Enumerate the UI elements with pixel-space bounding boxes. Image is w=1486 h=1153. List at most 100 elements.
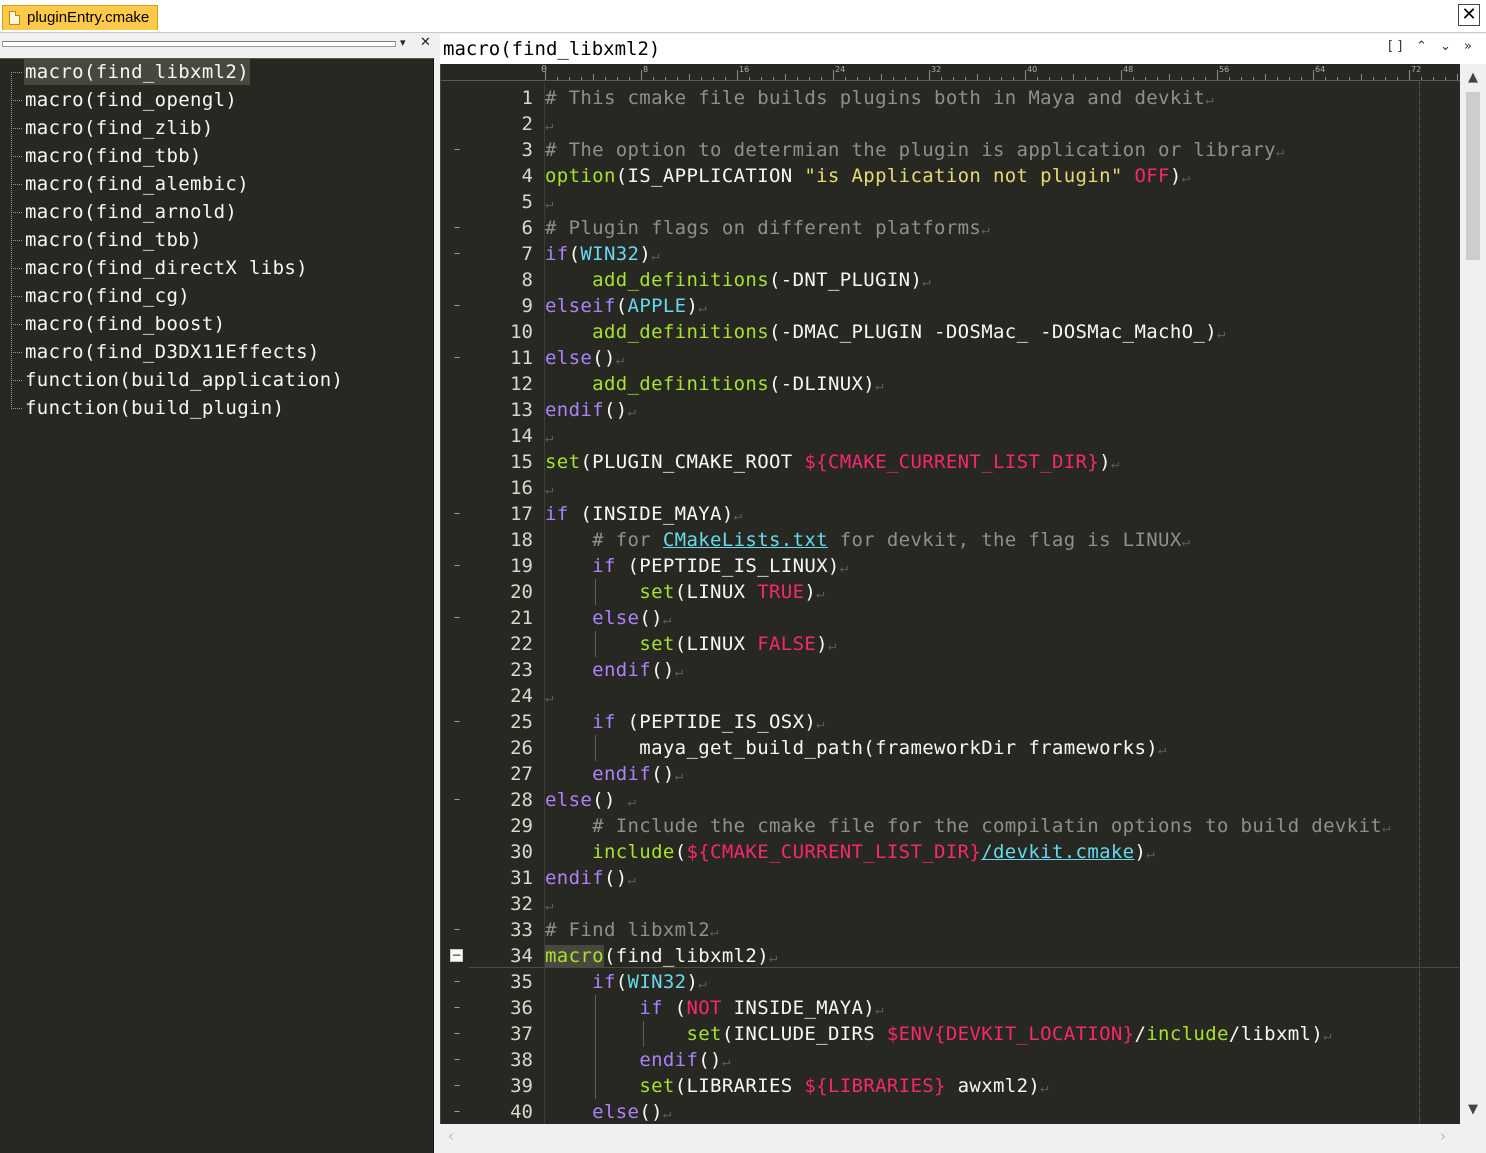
- code-line[interactable]: if (INSIDE_MAYA)↵: [545, 501, 742, 529]
- fold-marker[interactable]: –: [452, 1047, 462, 1073]
- more-icon[interactable]: »: [1464, 39, 1472, 54]
- line-number: 23: [510, 659, 533, 681]
- code-line[interactable]: else()↵: [545, 1099, 672, 1124]
- code-line[interactable]: # The option to determian the plugin is …: [545, 137, 1285, 165]
- ruler-tick: [869, 77, 870, 80]
- ruler-tick: [1337, 77, 1338, 80]
- code-token: (PEPTIDE_IS_LINUX): [615, 555, 840, 577]
- line-number: 8: [521, 269, 533, 291]
- fold-marker[interactable]: –: [452, 709, 462, 735]
- ruler-tick: [1025, 70, 1026, 80]
- line-number: 18: [510, 529, 533, 551]
- ruler-tick: [569, 77, 570, 80]
- scroll-down-icon[interactable]: ▼: [1460, 1102, 1486, 1117]
- code-line[interactable]: endif()↵: [545, 1047, 731, 1075]
- outline-close-icon[interactable]: ✕: [420, 35, 431, 50]
- code-line[interactable]: ↵: [545, 891, 554, 919]
- code-line[interactable]: # This cmake file builds plugins both in…: [545, 85, 1214, 113]
- scroll-left-icon[interactable]: ‹: [448, 1127, 454, 1145]
- code-line[interactable]: # Plugin flags on different platforms↵: [545, 215, 990, 243]
- code-line[interactable]: set(PLUGIN_CMAKE_ROOT ${CMAKE_CURRENT_LI…: [545, 449, 1120, 477]
- fold-marker[interactable]: –: [452, 345, 462, 371]
- ruler-tick: [1193, 77, 1194, 80]
- code-line[interactable]: ↵: [545, 475, 554, 503]
- ruler-tick: [1229, 77, 1230, 80]
- code-line[interactable]: set(INCLUDE_DIRS $ENV{DEVKIT_LOCATION}/i…: [545, 1021, 1332, 1049]
- fold-marker[interactable]: –: [452, 969, 462, 995]
- fold-marker[interactable]: –: [452, 241, 462, 267]
- code-line[interactable]: endif()↵: [545, 865, 636, 893]
- code-line[interactable]: endif()↵: [545, 761, 683, 789]
- fold-marker[interactable]: –: [452, 787, 462, 813]
- code-token: (: [615, 295, 628, 317]
- fold-marker[interactable]: –: [452, 1099, 462, 1124]
- code-line[interactable]: if (PEPTIDE_IS_LINUX)↵: [545, 553, 849, 581]
- fold-marker[interactable]: –: [452, 553, 462, 579]
- code-line[interactable]: else()↵: [545, 605, 672, 633]
- chevron-down-icon[interactable]: ▾: [400, 36, 406, 49]
- code-line[interactable]: elseif(APPLE)↵: [545, 293, 707, 321]
- fold-collapse-icon[interactable]: −: [450, 949, 463, 962]
- ruler-tick: [1049, 77, 1050, 80]
- fold-marker[interactable]: –: [452, 605, 462, 631]
- tab-pluginentry-cmake[interactable]: pluginEntry.cmake: [2, 5, 159, 30]
- ruler-tick: [1241, 77, 1242, 80]
- fold-marker[interactable]: –: [452, 293, 462, 319]
- code-line[interactable]: ↵: [545, 189, 554, 217]
- code-line[interactable]: set(LIBRARIES ${LIBRARIES} awxml2)↵: [545, 1073, 1049, 1101]
- code-line[interactable]: ↵: [545, 683, 554, 711]
- code-line[interactable]: add_definitions(-DMAC_PLUGIN -DOSMac_ -D…: [545, 319, 1226, 347]
- chevron-down-icon[interactable]: ⌄: [1440, 39, 1451, 54]
- code-line[interactable]: endif()↵: [545, 397, 636, 425]
- maximize-icon[interactable]: [ ]: [1388, 39, 1402, 54]
- code-line[interactable]: set(LINUX FALSE)↵: [545, 631, 837, 659]
- code-token: TRUE: [757, 581, 805, 603]
- code-line[interactable]: if(WIN32)↵: [545, 241, 660, 269]
- ruler-tick: [641, 70, 642, 80]
- code-line[interactable]: # Include the cmake file for the compila…: [545, 813, 1391, 841]
- ruler-tick: [1445, 77, 1446, 80]
- code-token: (): [651, 659, 675, 681]
- code-line[interactable]: # Find libxml2↵: [545, 917, 719, 945]
- code-line[interactable]: ↵: [545, 111, 554, 139]
- code-line[interactable]: endif()↵: [545, 657, 683, 685]
- vertical-scrollbar[interactable]: ▲ ▼: [1460, 64, 1486, 1124]
- code-line[interactable]: macro(find_libxml2)↵: [545, 943, 778, 971]
- code-token: add_definitions: [592, 373, 769, 395]
- fold-marker[interactable]: –: [452, 215, 462, 241]
- code-line[interactable]: else() ↵: [545, 787, 636, 815]
- code-line[interactable]: # for CMakeLists.txt for devkit, the fla…: [545, 527, 1190, 555]
- code-editor[interactable]: 0 81624324048566472 1# This cmake file b…: [440, 64, 1486, 1124]
- code-token: ${LIBRARIES}: [804, 1075, 946, 1097]
- code-line[interactable]: else()↵: [545, 345, 625, 373]
- code-line[interactable]: maya_get_build_path(frameworkDir framewo…: [545, 735, 1167, 763]
- code-line[interactable]: if (PEPTIDE_IS_OSX)↵: [545, 709, 825, 737]
- scroll-right-icon[interactable]: ›: [1440, 1127, 1446, 1145]
- scroll-up-icon[interactable]: ▲: [1460, 70, 1486, 85]
- fold-marker[interactable]: –: [452, 501, 462, 527]
- line-end-icon: ↵: [545, 118, 554, 134]
- ruler-tick: [989, 77, 990, 80]
- fold-marker[interactable]: –: [452, 917, 462, 943]
- code-line[interactable]: ↵: [545, 423, 554, 451]
- code-line[interactable]: add_definitions(-DLINUX)↵: [545, 371, 884, 399]
- code-line[interactable]: include(${CMAKE_CURRENT_LIST_DIR}/devkit…: [545, 839, 1155, 867]
- code-token: (: [615, 971, 628, 993]
- code-line[interactable]: if(WIN32)↵: [545, 969, 707, 997]
- code-line[interactable]: option(IS_APPLICATION "is Application no…: [545, 163, 1190, 191]
- code-line[interactable]: set(LINUX TRUE)↵: [545, 579, 825, 607]
- horizontal-scrollbar[interactable]: ‹ ›: [440, 1124, 1486, 1153]
- ruler-tick: [1301, 77, 1302, 80]
- outline-filter-bar[interactable]: [2, 41, 396, 47]
- scrollbar-thumb[interactable]: [1466, 92, 1480, 260]
- ruler-number: 72: [1411, 65, 1422, 74]
- ruler-tick: [1277, 77, 1278, 80]
- close-icon[interactable]: ✕: [1458, 4, 1480, 26]
- fold-marker[interactable]: –: [452, 1073, 462, 1099]
- fold-marker[interactable]: –: [452, 1021, 462, 1047]
- line-end-icon: ↵: [875, 1002, 884, 1018]
- fold-marker[interactable]: –: [452, 137, 462, 163]
- chevron-up-icon[interactable]: ⌃: [1416, 39, 1427, 54]
- fold-marker[interactable]: –: [452, 995, 462, 1021]
- code-line[interactable]: add_definitions(-DNT_PLUGIN)↵: [545, 267, 931, 295]
